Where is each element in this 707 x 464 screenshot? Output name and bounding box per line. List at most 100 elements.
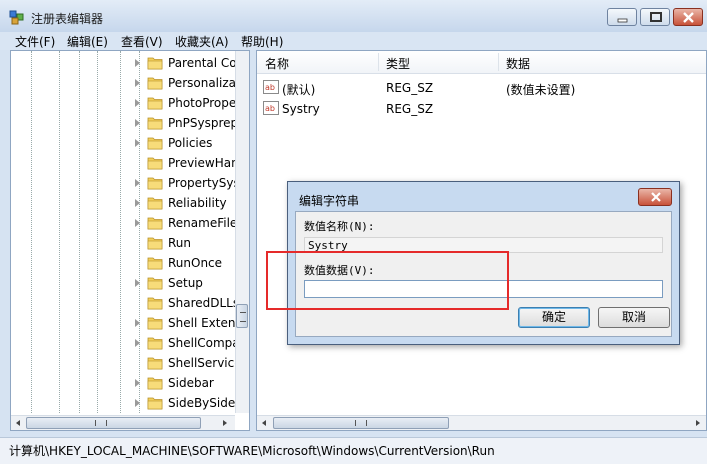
scroll-right-icon[interactable] xyxy=(696,420,700,426)
folder-icon xyxy=(147,117,163,130)
expand-arrow-icon[interactable] xyxy=(135,399,140,407)
menu-edit[interactable]: 编辑(E) xyxy=(67,33,108,50)
maximize-button[interactable] xyxy=(640,8,670,26)
annotation-highlight-box xyxy=(266,251,509,310)
cancel-button[interactable]: 取消 xyxy=(598,307,670,328)
tree-item-label: Parental Co xyxy=(168,56,237,70)
expand-arrow-icon[interactable] xyxy=(135,119,140,127)
scroll-grip-icon xyxy=(355,420,367,426)
column-divider[interactable] xyxy=(498,53,499,71)
folder-icon xyxy=(147,217,163,230)
tree-item[interactable]: PropertySys xyxy=(11,173,240,193)
minimize-icon xyxy=(617,18,628,23)
expand-arrow-icon[interactable] xyxy=(135,279,140,287)
tree-item-label: Reliability xyxy=(168,196,227,210)
regedit-app-icon xyxy=(9,10,24,25)
tree-item[interactable]: PnPSysprep xyxy=(11,113,239,133)
column-header-data[interactable]: 数据 xyxy=(506,55,530,72)
value-name: (默认) xyxy=(282,83,316,97)
folder-icon xyxy=(147,397,163,410)
folder-icon xyxy=(147,257,163,270)
folder-icon xyxy=(147,57,163,70)
menu-favorites[interactable]: 收藏夹(A) xyxy=(175,33,229,50)
value-type: REG_SZ xyxy=(386,81,434,95)
folder-icon xyxy=(147,137,163,150)
menu-help[interactable]: 帮助(H) xyxy=(241,33,283,50)
folder-icon xyxy=(147,77,163,90)
folder-icon xyxy=(147,237,163,250)
expand-arrow-icon[interactable] xyxy=(135,339,140,347)
tree-item[interactable]: SideBySide xyxy=(11,393,237,413)
close-icon xyxy=(651,192,661,202)
window-title: 注册表编辑器 xyxy=(31,12,104,26)
column-header-type[interactable]: 类型 xyxy=(386,55,410,72)
tree-item-label: PnPSysprep xyxy=(168,116,239,130)
tree-item[interactable]: RenameFile xyxy=(11,213,237,233)
tree-item[interactable]: Shell Extens xyxy=(11,313,242,333)
tree-item[interactable]: RunOnce xyxy=(11,253,237,273)
close-button[interactable] xyxy=(673,8,703,26)
dialog-title: 编辑字符串 xyxy=(299,194,360,208)
column-header-name[interactable]: 名称 xyxy=(265,55,289,72)
column-divider[interactable] xyxy=(378,53,379,71)
tree-horizontal-scroll-thumb[interactable] xyxy=(26,417,201,429)
list-item[interactable]: ab Systry REG_SZ xyxy=(257,98,706,119)
tree-item-label: PreviewHan xyxy=(168,156,239,170)
expand-arrow-icon[interactable] xyxy=(135,59,140,67)
tree-item[interactable]: Personaliza xyxy=(11,73,237,93)
folder-icon xyxy=(147,97,163,110)
title-bar[interactable]: 注册表编辑器 xyxy=(0,0,707,32)
tree-item-label: ShellCompa xyxy=(168,336,240,350)
tree-item-label: Setup xyxy=(168,276,203,290)
folder-icon xyxy=(147,357,163,370)
value-type: REG_SZ xyxy=(386,102,434,116)
tree-item-label: Personaliza xyxy=(168,76,236,90)
tree-item-label: SharedDLLs xyxy=(168,296,240,310)
folder-icon xyxy=(147,157,163,170)
string-value-icon: ab xyxy=(263,101,279,115)
tree-item[interactable]: Run xyxy=(11,233,237,253)
tree-item-label: RenameFile xyxy=(168,216,238,230)
expand-arrow-icon[interactable] xyxy=(135,219,140,227)
svg-text:ab: ab xyxy=(265,104,275,113)
tree-item[interactable]: Parental Co xyxy=(11,53,237,73)
menu-view[interactable]: 查看(V) xyxy=(121,33,163,50)
value-data: (数值未设置) xyxy=(506,83,576,97)
tree-item[interactable]: PreviewHan xyxy=(11,153,239,173)
tree-item[interactable]: ShellCompa xyxy=(11,333,240,353)
scroll-left-icon[interactable] xyxy=(262,420,266,426)
tree-item[interactable]: ShellService xyxy=(11,353,242,373)
tree-item[interactable]: Reliability xyxy=(11,193,237,213)
expand-arrow-icon[interactable] xyxy=(135,99,140,107)
tree-item-label: PhotoPrope xyxy=(168,96,237,110)
tree-item-label: ShellService xyxy=(168,356,242,370)
tree-item-label: SideBySide xyxy=(168,396,236,410)
folder-icon xyxy=(147,177,163,190)
tree-item[interactable]: PhotoPrope xyxy=(11,93,237,113)
expand-arrow-icon[interactable] xyxy=(135,199,140,207)
expand-arrow-icon[interactable] xyxy=(135,79,140,87)
menu-file[interactable]: 文件(F) xyxy=(15,33,55,50)
svg-text:ab: ab xyxy=(265,83,275,92)
list-header: 名称 类型 数据 xyxy=(257,51,706,74)
string-value-icon: ab xyxy=(263,80,279,94)
ok-button[interactable]: 确定 xyxy=(518,307,590,328)
registry-tree[interactable]: Parental Co Personaliza PhotoPrope PnPSyspr… xyxy=(10,50,250,431)
folder-icon xyxy=(147,277,163,290)
tree-item[interactable]: SharedDLLs xyxy=(11,293,240,313)
scroll-right-icon[interactable] xyxy=(223,420,227,426)
scroll-left-icon[interactable] xyxy=(16,420,20,426)
expand-arrow-icon[interactable] xyxy=(135,179,140,187)
scroll-grip-icon xyxy=(240,312,246,322)
dialog-close-button[interactable] xyxy=(638,188,672,206)
list-item[interactable]: ab (默认) REG_SZ (数值未设置) xyxy=(257,77,706,98)
tree-item[interactable]: Policies xyxy=(11,133,237,153)
expand-arrow-icon[interactable] xyxy=(135,139,140,147)
tree-item[interactable]: Sidebar xyxy=(11,373,237,393)
tree-item-label: PropertySys xyxy=(168,176,240,190)
tree-item[interactable]: Setup xyxy=(11,273,237,293)
minimize-button[interactable] xyxy=(607,8,637,26)
expand-arrow-icon[interactable] xyxy=(135,319,140,327)
expand-arrow-icon[interactable] xyxy=(135,379,140,387)
tree-vertical-scrollbar[interactable] xyxy=(235,51,249,413)
